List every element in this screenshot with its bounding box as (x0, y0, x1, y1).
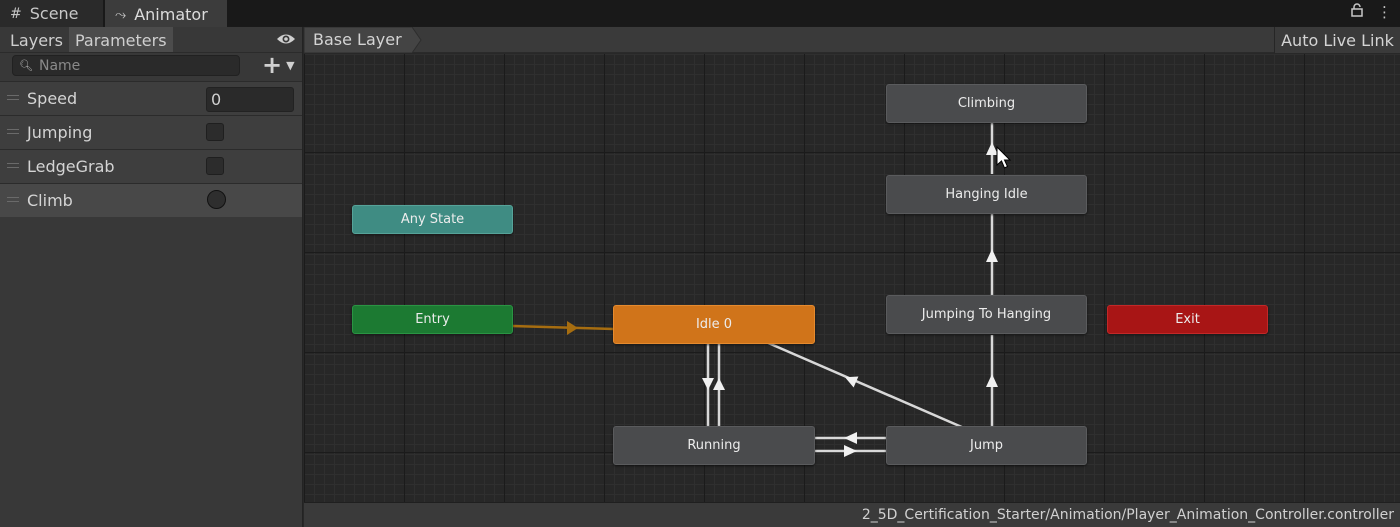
add-parameter-button[interactable]: + ▼ (262, 53, 300, 77)
tab-animator[interactable]: ⤳ Animator (105, 0, 227, 27)
tab-scene[interactable]: # Scene (0, 0, 103, 27)
climb-trigger-toggle[interactable] (207, 190, 226, 209)
parameter-name: Speed (27, 89, 78, 108)
transitions-layer (511, 123, 1012, 457)
transition-arrow-up (986, 249, 998, 262)
tab-parameters[interactable]: Parameters (68, 27, 173, 52)
state-exit[interactable]: Exit (1107, 305, 1268, 334)
transition-arrow-left (844, 432, 857, 444)
auto-live-link-button[interactable]: Auto Live Link (1274, 27, 1400, 53)
parameter-row-climb[interactable]: Climb (0, 183, 302, 217)
state-hanging-idle[interactable]: Hanging Idle (886, 175, 1087, 214)
drag-handle-icon[interactable] (7, 163, 19, 168)
drag-handle-icon[interactable] (7, 129, 19, 134)
search-icon: 🔍︎ (19, 59, 33, 72)
transition-arrow-up (713, 378, 725, 390)
transition-arrow-up (986, 374, 998, 387)
breadcrumb[interactable]: Base Layer (304, 27, 424, 53)
graph-toolbar: Base Layer Auto Live Link (304, 27, 1400, 53)
window-controls: ⋮ (1351, 3, 1392, 21)
eye-icon[interactable] (276, 30, 296, 48)
lock-icon[interactable] (1351, 3, 1363, 21)
drag-handle-icon[interactable] (7, 95, 19, 100)
parameter-name: LedgeGrab (27, 157, 115, 176)
transition-arrow-up (986, 142, 998, 155)
jumping-checkbox[interactable] (206, 123, 224, 141)
state-climbing[interactable]: Climbing (886, 84, 1087, 123)
search-input[interactable] (38, 57, 229, 74)
controller-path: 2_5D_Certification_Starter/Animation/Pla… (861, 507, 1394, 523)
state-machine-graph[interactable]: Any State Entry Exit Idle 0 Running Jump… (304, 54, 1400, 502)
tab-scene-label: Scene (29, 4, 79, 23)
panel-tabs: Layers Parameters (0, 27, 302, 53)
state-any-state[interactable]: Any State (352, 205, 513, 234)
breadcrumb-base-layer: Base Layer (313, 30, 402, 49)
ledgegrab-checkbox[interactable] (206, 157, 224, 175)
parameter-name: Climb (27, 191, 73, 210)
transition-arrow (567, 321, 578, 335)
state-jump[interactable]: Jump (886, 426, 1087, 465)
state-entry[interactable]: Entry (352, 305, 513, 334)
parameter-row-jumping[interactable]: Jumping (0, 115, 302, 149)
tab-layers[interactable]: Layers (4, 27, 69, 52)
transition-arrow-diag (844, 376, 859, 388)
parameter-search[interactable]: 🔍︎ (12, 55, 240, 76)
kebab-menu-icon[interactable]: ⋮ (1377, 3, 1392, 21)
state-jumping-to-hanging[interactable]: Jumping To Hanging (886, 295, 1087, 334)
status-bar: 2_5D_Certification_Starter/Animation/Pla… (304, 502, 1400, 527)
state-running[interactable]: Running (613, 426, 815, 465)
speed-value-field[interactable]: 0 (206, 87, 294, 112)
parameters-panel: Layers Parameters 🔍︎ + ▼ Speed 0 Jumping… (0, 27, 303, 527)
transition-arrow-down (702, 378, 714, 390)
grid-icon: # (10, 5, 22, 22)
dropdown-arrow-icon: ▼ (286, 58, 295, 72)
parameter-row-ledgegrab[interactable]: LedgeGrab (0, 149, 302, 183)
parameter-row-speed[interactable]: Speed 0 (0, 81, 302, 115)
animator-icon: ⤳ (115, 6, 127, 23)
parameter-name: Jumping (27, 123, 93, 142)
transition-entry-idle (511, 324, 615, 331)
mouse-cursor-icon (996, 145, 1012, 169)
drag-handle-icon[interactable] (7, 197, 19, 202)
transition-arrow-right (844, 445, 857, 457)
search-row: 🔍︎ + ▼ (0, 53, 302, 81)
window-tab-bar: # Scene ⤳ Animator ⋮ (0, 0, 1400, 27)
transition-jump-idle (765, 340, 965, 430)
tab-animator-label: Animator (134, 5, 208, 24)
plus-icon: + (262, 51, 283, 79)
state-idle-default[interactable]: Idle 0 (613, 305, 815, 344)
